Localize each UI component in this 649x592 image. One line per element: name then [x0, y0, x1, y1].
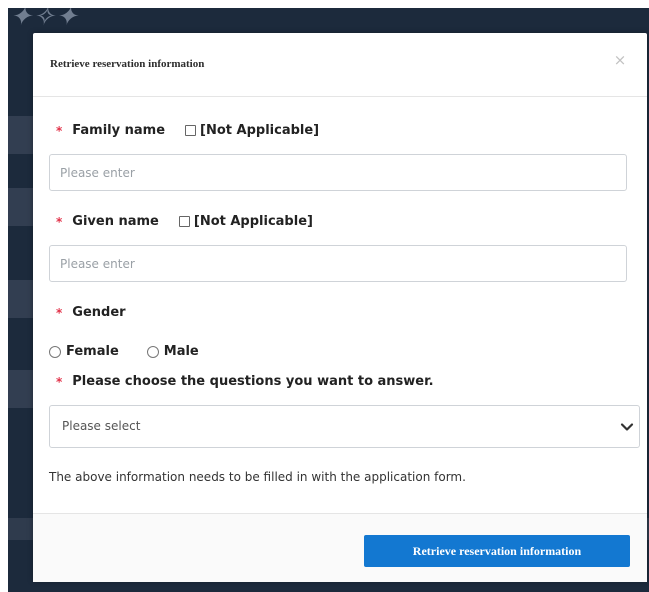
chevron-down-icon [620, 423, 634, 431]
male-label[interactable]: Male [164, 344, 199, 359]
family-name-label-row: * Family name [Not Applicable] [56, 123, 319, 138]
question-label-row: * Please choose the questions you want t… [56, 374, 434, 389]
gender-label: Gender [72, 305, 126, 320]
required-mark: * [56, 123, 63, 138]
family-name-not-applicable-label[interactable]: [Not Applicable] [200, 123, 319, 138]
family-name-not-applicable-checkbox[interactable] [185, 125, 197, 136]
question-select-value: Please select [62, 419, 141, 433]
given-name-not-applicable-label[interactable]: [Not Applicable] [194, 214, 313, 229]
gender-option-male[interactable]: Male [146, 344, 199, 359]
family-name-input[interactable] [49, 154, 627, 191]
male-radio[interactable] [146, 345, 159, 358]
required-mark: * [56, 305, 63, 320]
close-icon: × [613, 51, 627, 69]
required-mark: * [56, 374, 63, 389]
modal-footer: Retrieve reservation information [33, 513, 647, 582]
backdrop-logo: ✦✧✦ [10, 8, 79, 31]
gender-radio-group: Female Male [49, 344, 227, 359]
given-name-not-applicable-checkbox[interactable] [178, 216, 190, 227]
question-select[interactable]: Please select [49, 405, 640, 448]
given-name-label-row: * Given name [Not Applicable] [56, 214, 313, 229]
modal-header: Retrieve reservation information × [33, 33, 647, 97]
question-label: Please choose the questions you want to … [72, 374, 434, 389]
required-mark: * [56, 214, 63, 229]
family-name-label: Family name [72, 123, 166, 138]
female-label[interactable]: Female [66, 344, 119, 359]
female-radio[interactable] [49, 345, 61, 358]
reservation-modal: Retrieve reservation information × * Fam… [33, 33, 647, 582]
form-note: The above information needs to be filled… [49, 470, 466, 484]
retrieve-reservation-button[interactable]: Retrieve reservation information [364, 535, 630, 567]
gender-option-female[interactable]: Female [49, 344, 119, 359]
given-name-input[interactable] [49, 245, 627, 282]
close-button[interactable]: × [611, 51, 629, 69]
modal-title: Retrieve reservation information [50, 58, 205, 70]
given-name-label: Given name [72, 214, 159, 229]
gender-label-row: * Gender [56, 305, 126, 320]
